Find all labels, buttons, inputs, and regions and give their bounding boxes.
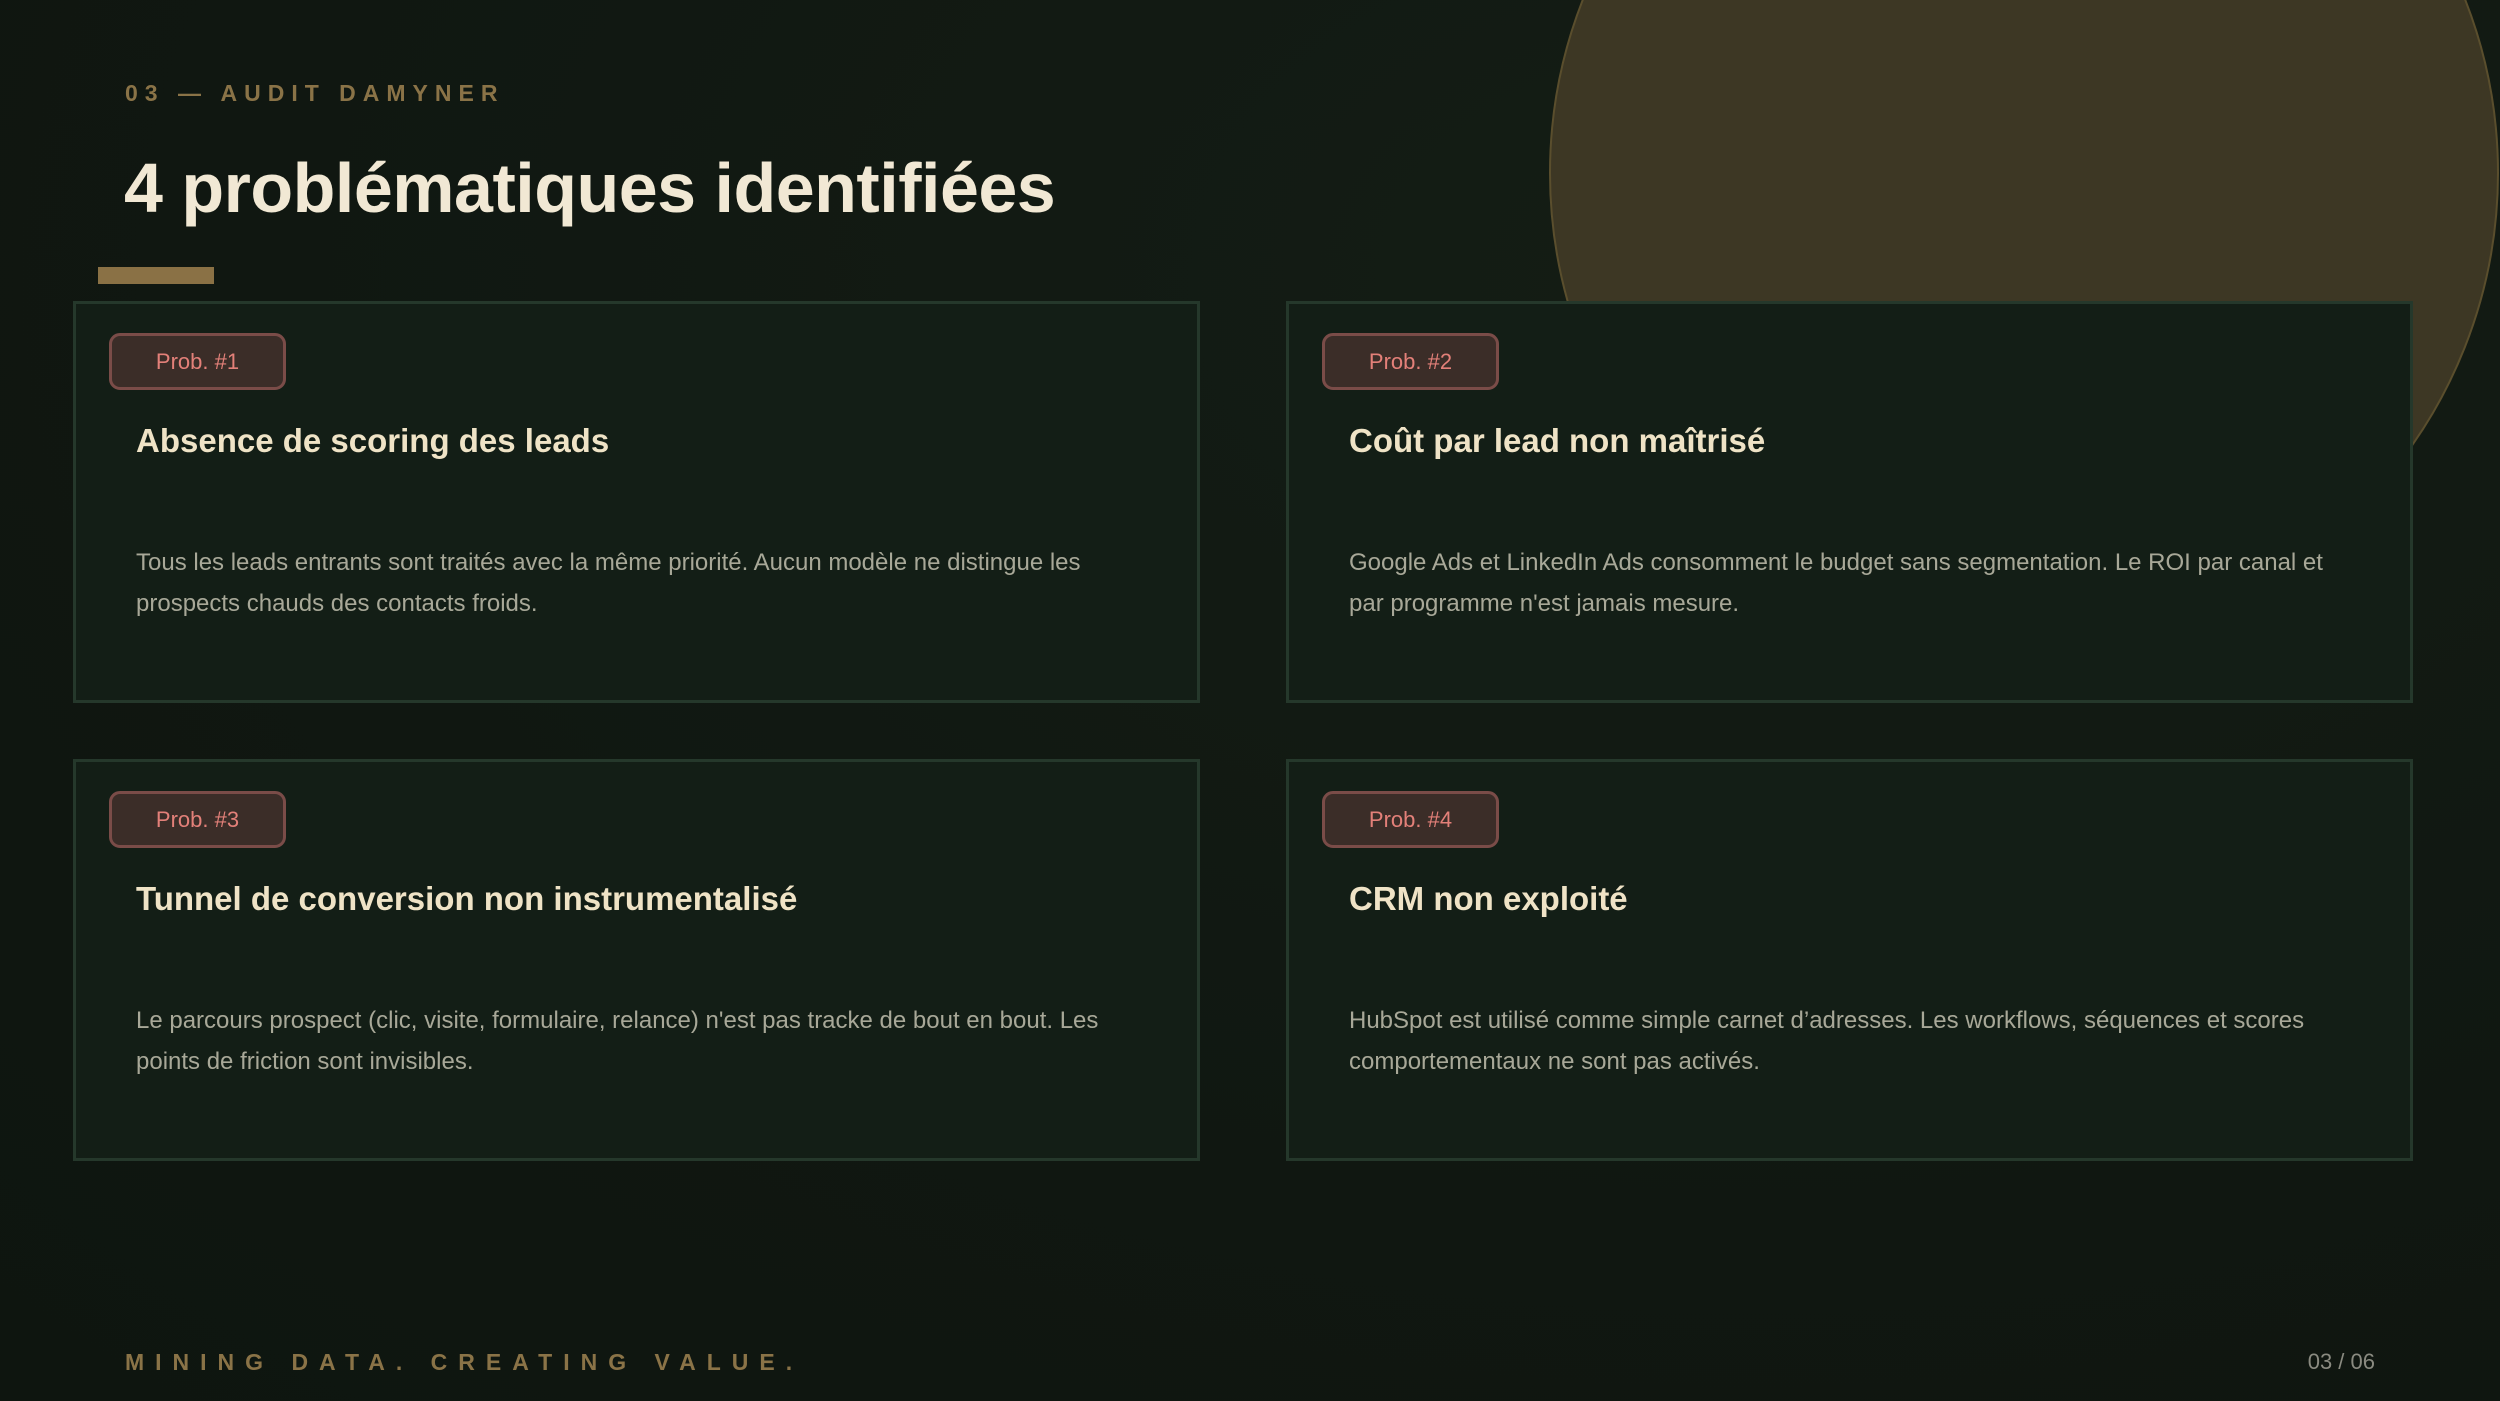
problem-title-1: Absence de scoring des leads bbox=[136, 422, 610, 459]
section-eyebrow: 03 — AUDIT DAMYNER bbox=[125, 80, 505, 106]
problem-badge-1: Prob. #1 bbox=[109, 333, 286, 390]
problem-card-1: Prob. #1 Absence de scoring des leads To… bbox=[73, 301, 1200, 703]
problem-description-2: Google Ads et LinkedIn Ads consomment le… bbox=[1349, 549, 2323, 617]
problem-badge-4: Prob. #4 bbox=[1322, 791, 1499, 848]
problem-description-1: Tous les leads entrants sont traités ave… bbox=[136, 549, 1081, 617]
problem-description-3: Le parcours prospect (clic, visite, form… bbox=[136, 1007, 1099, 1075]
problem-title-2: Coût par lead non maîtrisé bbox=[1349, 422, 1766, 459]
problem-badge-3: Prob. #3 bbox=[109, 791, 286, 848]
problem-badge-2: Prob. #2 bbox=[1322, 333, 1499, 390]
problem-card-2: Prob. #2 Coût par lead non maîtrisé Goog… bbox=[1286, 301, 2413, 703]
slide: 03 — AUDIT DAMYNER 4 problématiques iden… bbox=[0, 0, 2500, 1401]
page-number: 03 / 06 bbox=[2307, 1349, 2375, 1374]
title-underline bbox=[98, 267, 214, 284]
problem-title-3: Tunnel de conversion non instrumentalisé bbox=[136, 880, 798, 917]
problem-description-4: HubSpot est utilisé comme simple carnet … bbox=[1349, 1007, 2305, 1075]
footer-tagline: MINING DATA. CREATING VALUE. bbox=[125, 1349, 804, 1375]
problem-card-3: Prob. #3 Tunnel de conversion non instru… bbox=[73, 759, 1200, 1161]
problem-title-4: CRM non exploité bbox=[1349, 880, 1628, 917]
page-title: 4 problématiques identifiées bbox=[124, 149, 1056, 227]
problem-card-4: Prob. #4 CRM non exploité HubSpot est ut… bbox=[1286, 759, 2413, 1161]
